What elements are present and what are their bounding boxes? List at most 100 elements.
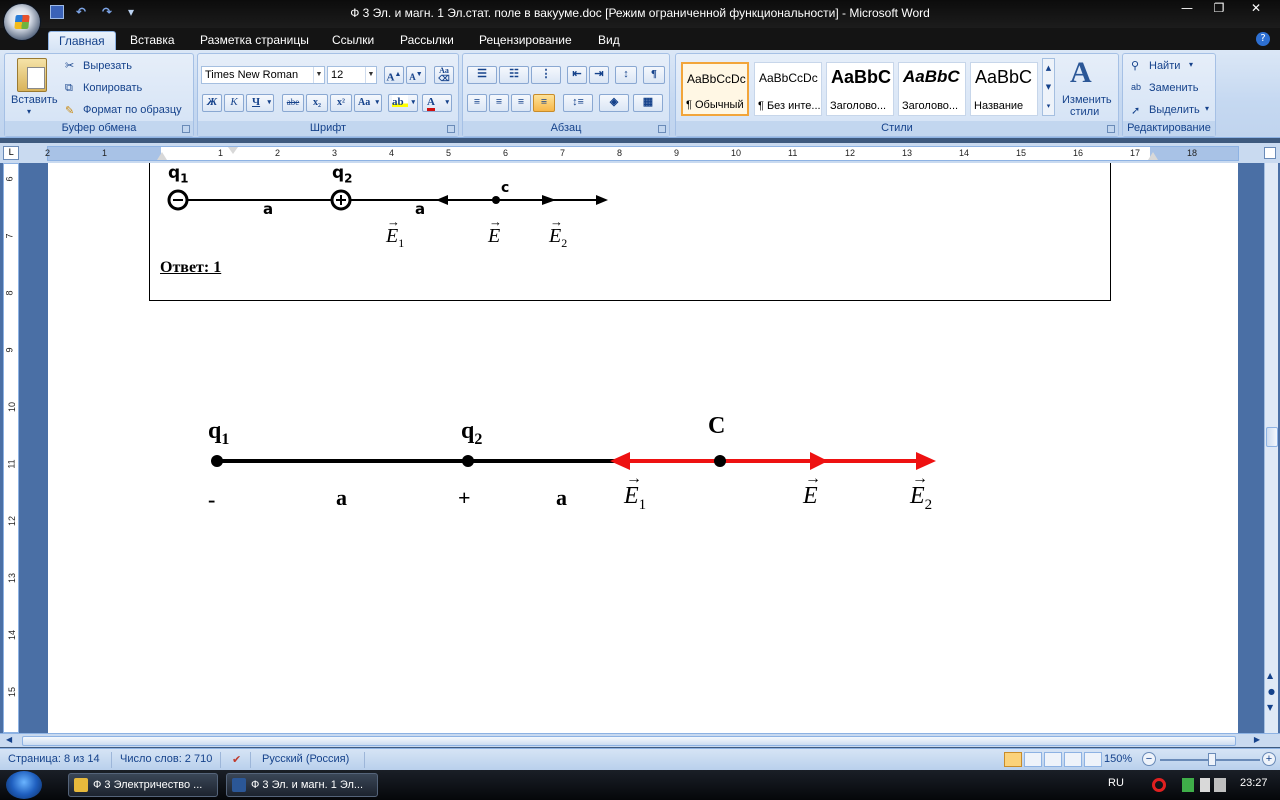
change-styles-button[interactable]: Изменить [1062,94,1112,106]
maximize-button[interactable]: ❐ [1204,0,1234,18]
format-painter-button[interactable]: Формат по образцу [83,104,182,116]
vertical-scroll-thumb[interactable] [1266,427,1278,447]
tab-insert[interactable]: Вставка [120,31,185,50]
change-styles-button-line2[interactable]: стили [1070,106,1099,118]
spellcheck-icon[interactable]: ✔ [232,753,241,766]
multilevel-list-icon[interactable]: ⋮ [531,66,561,84]
first-line-indent-marker[interactable] [228,147,238,154]
vertical-scrollbar[interactable]: ▲ ● ▼ [1264,163,1278,733]
help-icon[interactable]: ? [1256,32,1270,46]
increase-indent-icon[interactable]: ⇥ [589,66,609,84]
volume-tray-icon[interactable] [1214,778,1226,792]
replace-button[interactable]: Заменить [1149,82,1198,94]
tab-review[interactable]: Рецензирование [469,31,582,50]
web-layout-view-icon[interactable] [1044,752,1062,767]
style-title[interactable]: AaBbC Название [970,62,1038,116]
tab-page-layout[interactable]: Разметка страницы [190,31,319,50]
styles-launcher-icon[interactable] [1107,125,1115,133]
document-page[interactable]: q1 q2 a a c → E1 → E → E2 Ответ: 1 q1 q2 C … [48,163,1238,733]
office-button[interactable] [3,3,41,41]
minimize-button[interactable]: — [1172,0,1202,18]
font-name-combo[interactable]: Times New Roman ▼ [201,66,325,84]
justify-icon[interactable]: ≡ [533,94,555,112]
tab-selector[interactable]: L [3,146,19,160]
tab-view[interactable]: Вид [588,31,630,50]
outline-view-icon[interactable] [1064,752,1082,767]
paste-icon[interactable] [17,58,47,92]
superscript-button[interactable]: x² [330,94,352,112]
zoom-in-icon[interactable]: + [1262,752,1276,766]
tab-home[interactable]: Главная [48,31,116,50]
copy-button[interactable]: Копировать [83,82,142,94]
borders-icon[interactable]: ▦ [633,94,663,112]
network-tray-icon[interactable] [1182,778,1194,792]
paragraph-launcher-icon[interactable] [658,125,666,133]
find-button[interactable]: Найти [1149,60,1180,72]
font-color-button[interactable]: A ▾ [422,94,452,112]
style-heading-2[interactable]: AaBbC Заголово... [898,62,966,116]
strikethrough-button[interactable]: abe [282,94,304,112]
italic-button[interactable]: К [224,94,244,112]
zoom-slider-thumb[interactable] [1208,753,1216,766]
tab-mailings[interactable]: Рассылки [390,31,464,50]
highlight-color-button[interactable]: ab ▾ [388,94,418,112]
taskbar-button[interactable]: Ф 3 Эл. и магн. 1 Эл... [226,773,378,797]
clock[interactable]: 23:27 [1240,777,1268,789]
cut-button[interactable]: Вырезать [83,60,132,72]
line-spacing-icon[interactable]: ↕≡ [563,94,593,112]
bullets-icon[interactable]: ☰ [467,66,497,84]
subscript-button[interactable]: x₂ [306,94,328,112]
scroll-right-icon[interactable]: ▶ [1254,735,1260,744]
antivirus-tray-icon[interactable] [1152,778,1166,792]
font-size-combo[interactable]: 12 ▼ [327,66,377,84]
grow-font-icon[interactable]: A▲ [384,66,404,84]
tab-references[interactable]: Ссылки [322,31,384,50]
bold-button[interactable]: Ж [202,94,222,112]
horizontal-scrollbar[interactable]: ◀ ▶ [0,733,1280,747]
font-launcher-icon[interactable] [447,125,455,133]
paste-button[interactable]: Вставить [11,94,58,106]
horizontal-scroll-thumb[interactable] [22,736,1236,746]
language-status[interactable]: Русский (Россия) [262,753,349,765]
horizontal-ruler[interactable]: 2 1 1 2 3 4 5 6 7 8 9 10 11 12 13 14 15 16 17 18 [45,146,1239,161]
underline-button[interactable]: Ч ▾ [246,94,274,112]
page-count-status[interactable]: Страница: 8 из 14 [8,753,100,765]
align-right-icon[interactable]: ≡ [511,94,531,112]
language-indicator[interactable]: RU [1108,777,1124,789]
align-center-icon[interactable]: ≡ [489,94,509,112]
left-indent-marker[interactable] [157,152,167,160]
start-button[interactable] [6,771,42,799]
scroll-down-icon[interactable]: ▼ [1267,703,1273,712]
shrink-font-icon[interactable]: A▼ [406,66,426,84]
styles-scroll[interactable]: ▲ ▼ ▾ [1042,58,1055,116]
zoom-level[interactable]: 150% [1104,753,1132,765]
change-case-button[interactable]: Aa ▾ [354,94,382,112]
style-normal[interactable]: AaBbCcDc ¶ Обычный [681,62,749,116]
vertical-ruler[interactable]: 6 7 8 9 10 11 12 13 14 15 [3,163,19,733]
word-count-status[interactable]: Число слов: 2 710 [120,753,212,765]
clipboard-launcher-icon[interactable] [182,125,190,133]
find-dropdown-icon[interactable]: ▾ [1189,60,1193,69]
print-layout-view-icon[interactable] [1004,752,1022,767]
view-ruler-icon[interactable] [1264,147,1276,159]
shield-tray-icon[interactable] [1200,778,1210,792]
paste-dropdown-icon[interactable]: ▾ [27,107,31,116]
style-no-spacing[interactable]: AaBbCcDc ¶ Без инте... [754,62,822,116]
select-button[interactable]: Выделить [1149,104,1200,116]
right-indent-marker[interactable] [1148,152,1158,160]
align-left-icon[interactable]: ≡ [467,94,487,112]
style-heading-1[interactable]: AaBbC Заголово... [826,62,894,116]
pilcrow-icon[interactable]: ¶ [643,66,665,84]
full-screen-reading-view-icon[interactable] [1024,752,1042,767]
taskbar-button[interactable]: Ф 3 Электричество ... [68,773,218,797]
clear-format-icon[interactable]: Aa ⌫ [434,66,454,84]
scroll-left-icon[interactable]: ◀ [6,735,12,744]
sort-icon[interactable]: ↕ [615,66,637,84]
select-dropdown-icon[interactable]: ▾ [1205,104,1209,113]
numbering-icon[interactable]: ☷ [499,66,529,84]
close-button[interactable]: ✕ [1236,0,1276,18]
shading-icon[interactable]: ◈ [599,94,629,112]
draft-view-icon[interactable] [1084,752,1102,767]
scroll-up-icon[interactable]: ▲ [1267,671,1273,680]
zoom-out-icon[interactable]: − [1142,752,1156,766]
